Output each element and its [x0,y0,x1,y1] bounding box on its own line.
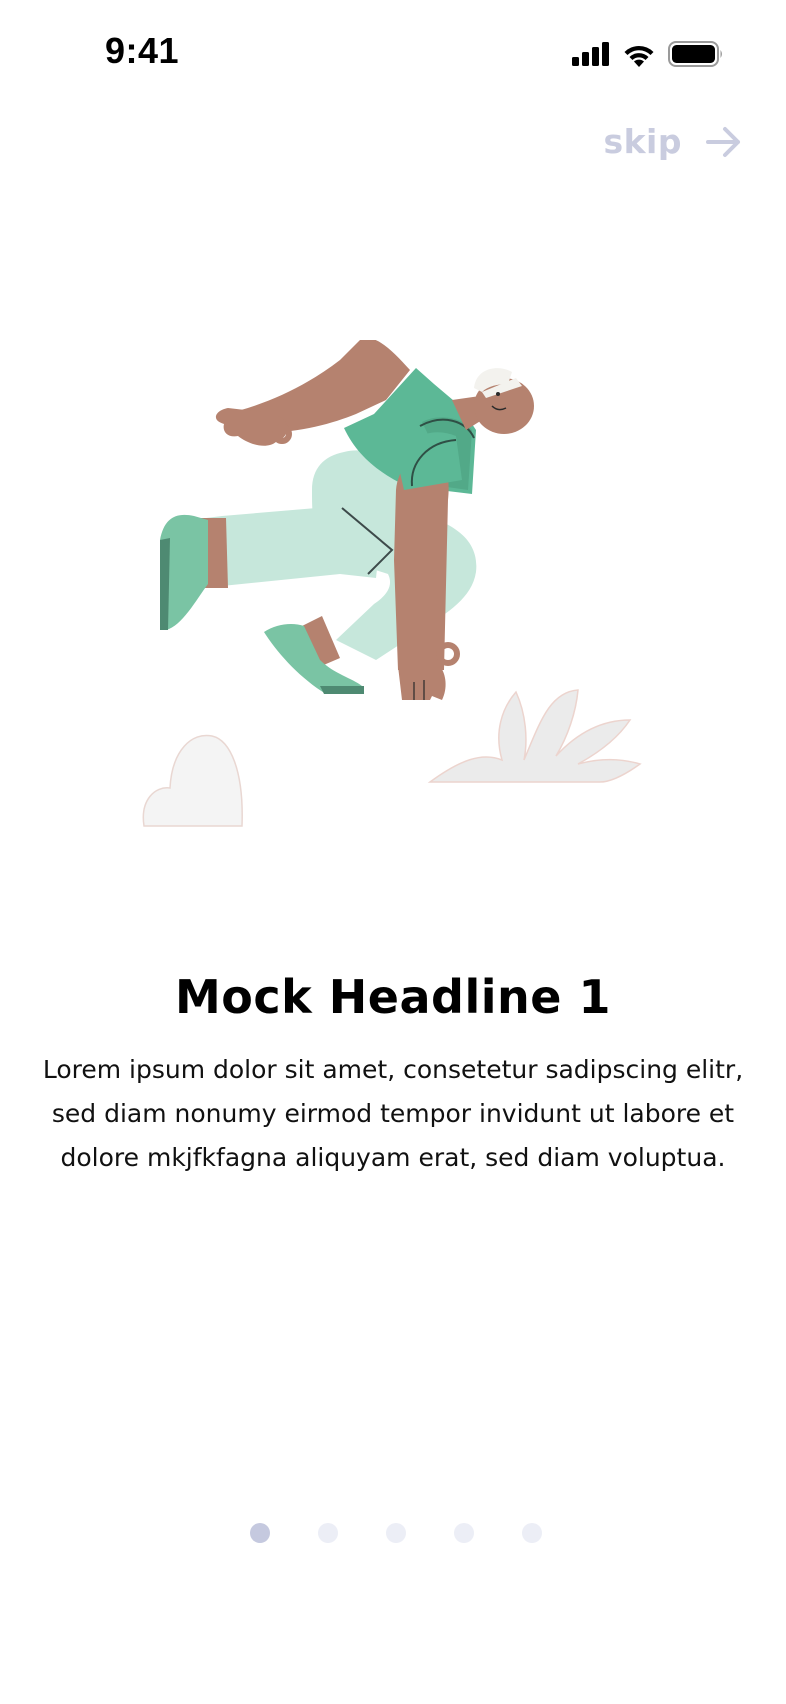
skip-label: skip [603,122,682,161]
cellular-signal-icon [572,42,609,66]
arrow-right-icon [706,126,740,157]
page-dot-2[interactable] [318,1523,338,1543]
page-dot-3[interactable] [386,1523,406,1543]
page-dot-5[interactable] [522,1523,542,1543]
front-hand [398,666,446,700]
pagination-dots [250,1523,542,1543]
battery-icon [668,41,722,67]
status-bar: 9:41 [0,0,786,110]
running-person-illustration [142,340,642,827]
cloud-shape [142,734,243,827]
status-time: 9:41 [105,30,180,71]
front-arm [394,454,449,670]
plant-shape [427,689,642,783]
skip-button[interactable]: skip [603,122,742,161]
page-dot-4[interactable] [454,1523,474,1543]
wifi-icon [624,45,654,67]
body-text: Lorem ipsum dolor sit amet, consetetur s… [42,1055,744,1172]
status-icons [572,38,724,70]
page-dot-1[interactable] [250,1523,270,1543]
headline: Mock Headline 1 [175,970,611,1024]
